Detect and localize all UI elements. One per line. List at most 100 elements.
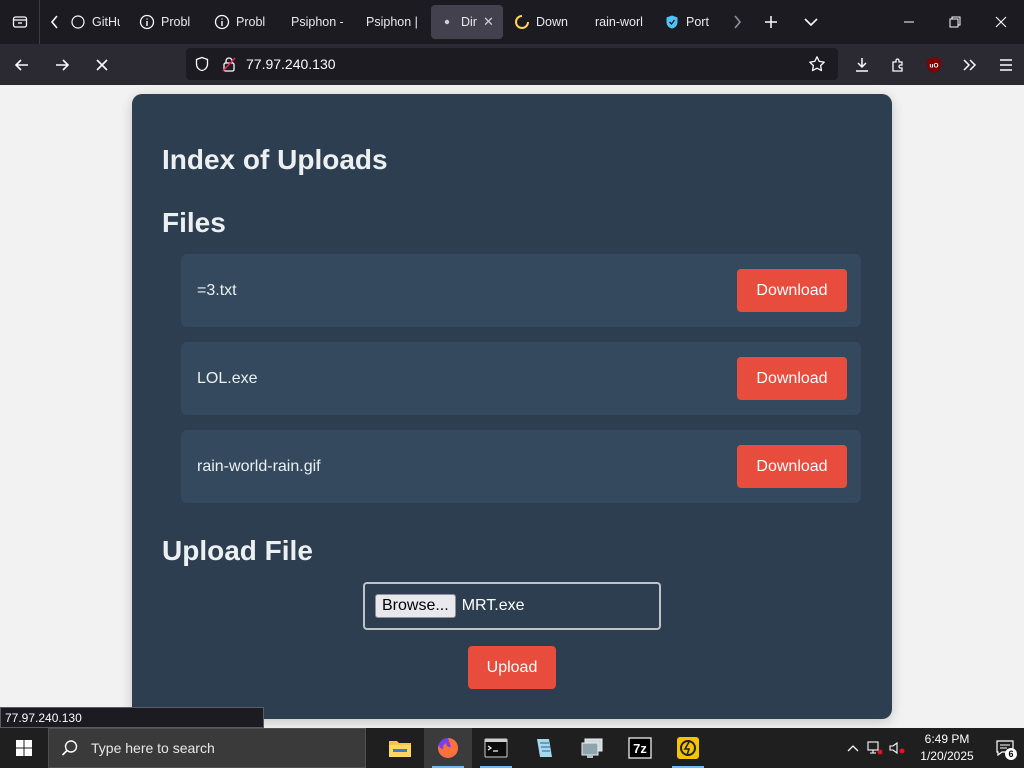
svg-text:7z: 7z <box>633 741 647 756</box>
volume-button[interactable] <box>886 728 908 768</box>
taskbar-app-terminal[interactable] <box>472 728 520 768</box>
close-window-button[interactable] <box>978 0 1024 44</box>
chosen-file-name: MRT.exe <box>461 597 525 614</box>
firefox-icon <box>438 737 459 758</box>
windows-taskbar: Type here to search 7z 6:49 PM 1/20/2025 <box>0 728 1024 768</box>
close-icon <box>995 16 1007 28</box>
taskbar-app-file-explorer[interactable] <box>376 728 424 768</box>
tab-list-dropdown-button[interactable] <box>791 0 831 44</box>
file-input[interactable]: Browse... MRT.exe <box>363 582 661 630</box>
download-button[interactable]: Download <box>737 445 847 488</box>
stop-icon <box>96 58 108 71</box>
tab-title: GitHu <box>92 15 120 29</box>
taskbar-app-7zip[interactable]: 7z <box>616 728 664 768</box>
remote-desktop-icon <box>581 738 603 758</box>
start-button[interactable] <box>0 728 48 768</box>
taskbar-app-remote-desktop[interactable] <box>568 728 616 768</box>
file-name: =3.txt <box>197 281 237 299</box>
files-heading: Files <box>162 207 226 238</box>
tab-title: Psiphon - <box>291 15 343 29</box>
extensions-button[interactable] <box>880 49 916 81</box>
network-icon <box>867 741 883 755</box>
tab-problem-1[interactable]: Probl <box>131 5 203 39</box>
system-tray: 6:49 PM 1/20/2025 6 <box>842 728 1024 768</box>
notification-count-badge: 6 <box>1005 748 1017 760</box>
downloads-button[interactable] <box>844 49 880 81</box>
tab-rain-world[interactable]: rain-worl <box>583 5 653 39</box>
info-icon <box>139 14 155 30</box>
tab-strip: GitHu Probl Probl Psiphon - Psiphon | Di… <box>0 0 1024 44</box>
status-link-preview: 77.97.240.130 <box>0 707 264 728</box>
ublock-origin-button[interactable]: uO <box>916 49 952 81</box>
forward-button[interactable] <box>44 49 80 81</box>
navigation-toolbar: 77.97.240.130 uO <box>0 44 1024 85</box>
tab-title: Port C <box>686 15 712 29</box>
show-hidden-icons-button[interactable] <box>842 728 864 768</box>
restore-icon <box>949 16 961 28</box>
arrow-right-icon <box>56 58 70 71</box>
clock-time: 6:49 PM <box>924 732 970 746</box>
tab-problem-2[interactable]: Probl <box>206 5 276 39</box>
taskbar-clock[interactable]: 6:49 PM 1/20/2025 <box>908 731 986 765</box>
7zip-icon: 7z <box>628 737 652 759</box>
file-row: =3.txt Download <box>181 254 861 327</box>
new-tab-button[interactable] <box>751 0 791 44</box>
tab-port-checker[interactable]: Port C <box>656 5 720 39</box>
page-viewport: Index of Uploads Files =3.txt Download L… <box>0 85 1024 728</box>
insecure-lock-icon[interactable] <box>222 56 236 72</box>
file-row: LOL.exe Download <box>181 342 861 415</box>
tab-psiphon-2[interactable]: Psiphon | <box>354 5 428 39</box>
clock-date: 1/20/2025 <box>920 749 974 763</box>
browse-button[interactable]: Browse... <box>375 594 456 618</box>
chevron-right-icon <box>734 15 742 29</box>
search-icon <box>61 740 78 756</box>
github-icon <box>70 14 86 30</box>
loading-spinner-icon <box>514 14 530 30</box>
ublock-icon: uO <box>927 56 941 73</box>
tab-directory[interactable]: Dir ✕ <box>431 5 503 39</box>
windows-logo-icon <box>16 740 32 756</box>
bookmark-star-icon[interactable] <box>808 55 826 73</box>
volume-muted-icon <box>889 741 905 755</box>
download-icon <box>856 57 868 72</box>
tabs-scroll-right-button[interactable] <box>723 0 751 44</box>
svg-text:uO: uO <box>929 62 938 69</box>
shield-icon <box>664 14 680 30</box>
more-tools-button[interactable] <box>952 49 988 81</box>
stop-loading-button[interactable] <box>84 49 120 81</box>
plus-icon <box>765 16 777 28</box>
tracking-shield-icon[interactable] <box>194 56 210 72</box>
double-chevron-right-icon <box>963 58 977 71</box>
chevron-up-icon <box>847 745 859 752</box>
tab-list-icon <box>12 16 27 28</box>
restore-button[interactable] <box>932 0 978 44</box>
download-button[interactable]: Download <box>737 357 847 400</box>
tab-title: Psiphon | <box>366 15 418 29</box>
taskbar-app-power-tool[interactable] <box>664 728 712 768</box>
tabs-scroll-left-button[interactable] <box>40 0 70 44</box>
download-button[interactable]: Download <box>737 269 847 312</box>
uploads-panel: Index of Uploads Files =3.txt Download L… <box>132 94 892 719</box>
tab-title: Down <box>536 15 568 29</box>
upload-button[interactable]: Upload <box>468 646 556 689</box>
tab-title: Probl <box>161 15 191 29</box>
back-button[interactable] <box>4 49 40 81</box>
taskbar-search-box[interactable]: Type here to search <box>48 728 366 768</box>
tab-psiphon-1[interactable]: Psiphon - <box>279 5 351 39</box>
info-icon <box>214 14 230 30</box>
file-name: LOL.exe <box>197 369 258 387</box>
notification-center-button[interactable]: 6 <box>986 728 1024 768</box>
list-all-tabs-button[interactable] <box>0 0 40 44</box>
taskbar-app-notepad[interactable] <box>520 728 568 768</box>
url-text: 77.97.240.130 <box>246 56 336 72</box>
minimize-button[interactable] <box>886 0 932 44</box>
terminal-icon <box>484 738 508 758</box>
taskbar-app-firefox[interactable] <box>424 728 472 768</box>
search-placeholder: Type here to search <box>91 740 215 756</box>
app-menu-button[interactable] <box>988 49 1024 81</box>
network-status-button[interactable] <box>864 728 886 768</box>
address-bar[interactable]: 77.97.240.130 <box>186 48 838 80</box>
tab-close-icon[interactable]: ✕ <box>483 14 494 30</box>
tab-download[interactable]: Down <box>506 5 580 39</box>
tab-github[interactable]: GitHu <box>70 5 128 39</box>
